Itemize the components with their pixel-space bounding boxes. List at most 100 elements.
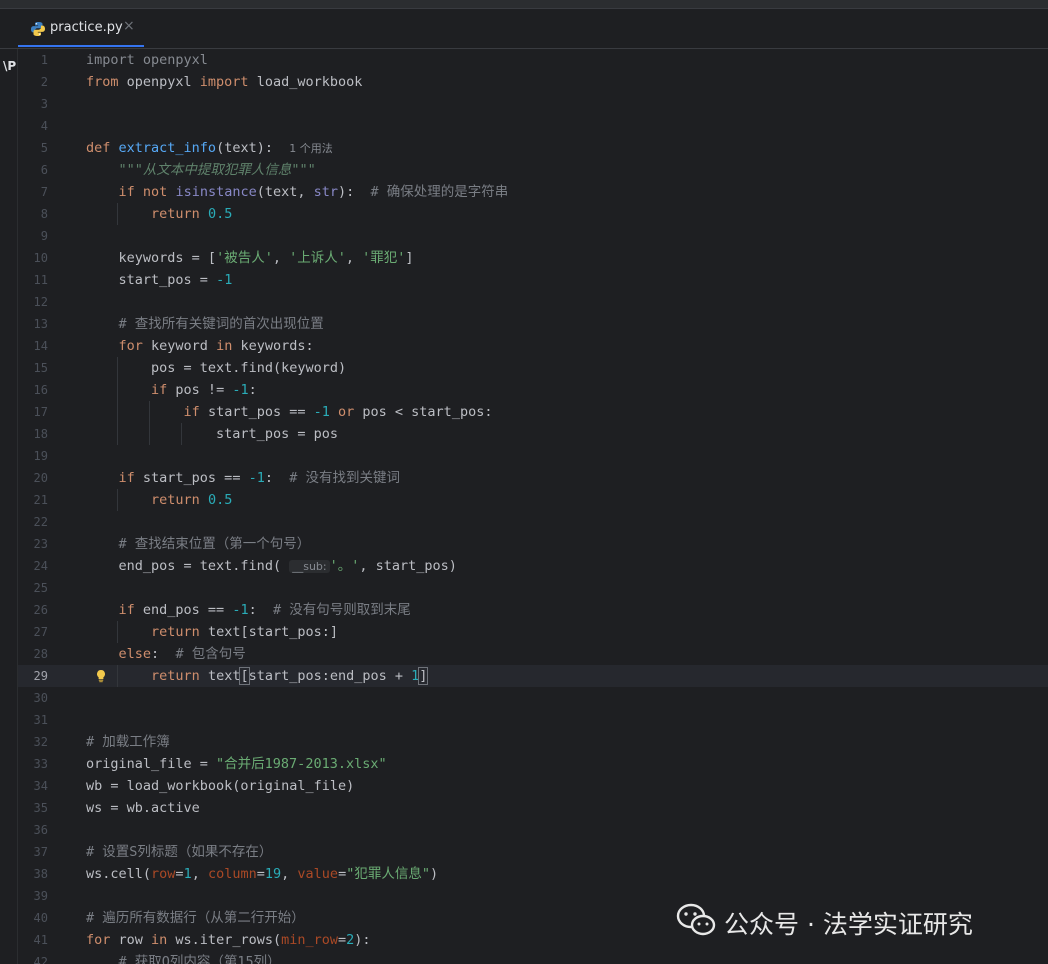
line-number: 6 [40, 163, 48, 177]
code-line: 16 if pos != -1: [18, 379, 1048, 401]
code-text: if pos != -1: [151, 382, 257, 398]
code-line: 6 """从文本中提取犯罪人信息""" [18, 159, 1048, 181]
line-number: 41 [33, 933, 48, 947]
code-line: 28 else: # 包含句号 [18, 643, 1048, 665]
code-line: 37 # 设置S列标题（如果不存在） [18, 841, 1048, 863]
line-number: 42 [33, 955, 48, 964]
python-file-icon [31, 22, 45, 36]
line-number: 19 [33, 449, 48, 463]
usages-hint[interactable]: 1 个用法 [289, 142, 333, 155]
code-text: # 查找结束位置（第一个句号） [118, 536, 311, 552]
code-text: for keyword in keywords: [118, 338, 314, 354]
code-text: else: # 包含句号 [118, 646, 246, 662]
line-number: 20 [33, 471, 48, 485]
code-line: 38 ws.cell(row=1, column=19, value="犯罪人信息… [18, 863, 1048, 885]
tab-practice-py[interactable]: practice.py × [18, 9, 144, 47]
code-line: 3 [18, 93, 1048, 115]
code-line: 42 # 获取O列内容（第15列） [18, 951, 1048, 964]
code-line: 10 keywords = ['被告人', '上诉人', '罪犯'] [18, 247, 1048, 269]
code-text: ws = wb.active [86, 800, 200, 816]
line-number: 5 [40, 141, 48, 155]
watermark-text: 公众号 · 法学实证研究 [724, 910, 973, 939]
code-line: 17 if start_pos == -1 or pos < start_pos… [18, 401, 1048, 423]
code-line: 26 if end_pos == -1: # 没有句号则取到末尾 [18, 599, 1048, 621]
code-line: 5 def extract_info(text): 1 个用法 [18, 137, 1048, 159]
code-line: 36 [18, 819, 1048, 841]
line-number: 13 [33, 317, 48, 331]
code-line: 30 [18, 687, 1048, 709]
line-number: 17 [33, 405, 48, 419]
code-text: return 0.5 [151, 206, 233, 222]
code-text: # 设置S列标题（如果不存在） [86, 844, 273, 860]
line-number: 10 [33, 251, 48, 265]
code-line: 14 for keyword in keywords: [18, 335, 1048, 357]
code-text: keywords = ['被告人', '上诉人', '罪犯'] [118, 250, 414, 266]
code-text: start_pos = pos [216, 426, 338, 442]
code-line: 27 return text[start_pos:] [18, 621, 1048, 643]
code-line: 32 # 加载工作簿 [18, 731, 1048, 753]
code-line: 7 if not isinstance(text, str): # 确保处理的是… [18, 181, 1048, 203]
code-line: 12 [18, 291, 1048, 313]
code-line: 24 end_pos = text.find( __sub: '。', start… [18, 555, 1048, 577]
line-number: 37 [33, 845, 48, 859]
line-number: 36 [33, 823, 48, 837]
code-text: if not isinstance(text, str): # 确保处理的是字符… [118, 184, 509, 200]
line-number: 35 [33, 801, 48, 815]
code-line-current: 29 return text[start_pos:end_pos + 1] [18, 665, 1048, 687]
code-editor[interactable]: 1 import openpyxl 2 from openpyxl import l… [18, 49, 1048, 964]
line-number: 21 [33, 493, 48, 507]
code-text: ws.cell(row=1, column=19, value="犯罪人信息") [86, 866, 439, 882]
line-number: 12 [33, 295, 48, 309]
project-panel-edge[interactable]: \P [0, 49, 18, 964]
code-line: 15 pos = text.find(keyword) [18, 357, 1048, 379]
line-number: 2 [40, 75, 48, 89]
line-number: 39 [33, 889, 48, 903]
line-number: 27 [33, 625, 48, 639]
line-number: 34 [33, 779, 48, 793]
window-top-bar [0, 0, 1048, 9]
code-text: wb = load_workbook(original_file) [86, 778, 355, 794]
code-text: # 加载工作簿 [86, 734, 170, 750]
code-line: 22 [18, 511, 1048, 533]
code-text: # 遍历所有数据行（从第二行开始） [86, 910, 305, 926]
code-line: 25 [18, 577, 1048, 599]
code-text: # 查找所有关键词的首次出现位置 [118, 316, 324, 332]
code-text: if start_pos == -1: # 没有找到关键词 [118, 470, 401, 486]
project-panel-label: \P [3, 59, 17, 73]
line-number: 33 [33, 757, 48, 771]
code-text: pos = text.find(keyword) [151, 360, 347, 376]
code-line: 2 from openpyxl import load_workbook [18, 71, 1048, 93]
code-line: 20 if start_pos == -1: # 没有找到关键词 [18, 467, 1048, 489]
line-number: 14 [33, 339, 48, 353]
code-text: end_pos = text.find( __sub: '。', start_po… [118, 558, 457, 574]
line-number: 15 [33, 361, 48, 375]
tab-filename: practice.py [50, 20, 123, 35]
line-number: 26 [33, 603, 48, 617]
code-text: def extract_info(text): 1 个用法 [86, 140, 333, 156]
line-number: 8 [40, 207, 48, 221]
line-number: 30 [33, 691, 48, 705]
line-number: 3 [40, 97, 48, 111]
code-line: 1 import openpyxl [18, 49, 1048, 71]
code-line: 31 [18, 709, 1048, 731]
close-icon[interactable]: × [123, 18, 135, 34]
parameter-hint: __sub: [289, 560, 330, 573]
code-line: 9 [18, 225, 1048, 247]
line-number: 38 [33, 867, 48, 881]
code-line: 18 start_pos = pos [18, 423, 1048, 445]
code-line: 34 wb = load_workbook(original_file) [18, 775, 1048, 797]
line-number: 29 [33, 669, 48, 683]
line-number: 9 [40, 229, 48, 243]
code-text: return text[start_pos:end_pos + 1] [151, 667, 429, 685]
code-text: return 0.5 [151, 492, 233, 508]
line-number: 23 [33, 537, 48, 551]
line-number: 24 [33, 559, 48, 573]
line-number: 32 [33, 735, 48, 749]
line-number: 7 [40, 185, 48, 199]
line-number: 28 [33, 647, 48, 661]
code-text: from openpyxl import load_workbook [86, 74, 363, 90]
code-line: 21 return 0.5 [18, 489, 1048, 511]
code-text: for row in ws.iter_rows(min_row=2): [86, 932, 371, 948]
code-line: 23 # 查找结束位置（第一个句号） [18, 533, 1048, 555]
code-line: 8 return 0.5 [18, 203, 1048, 225]
